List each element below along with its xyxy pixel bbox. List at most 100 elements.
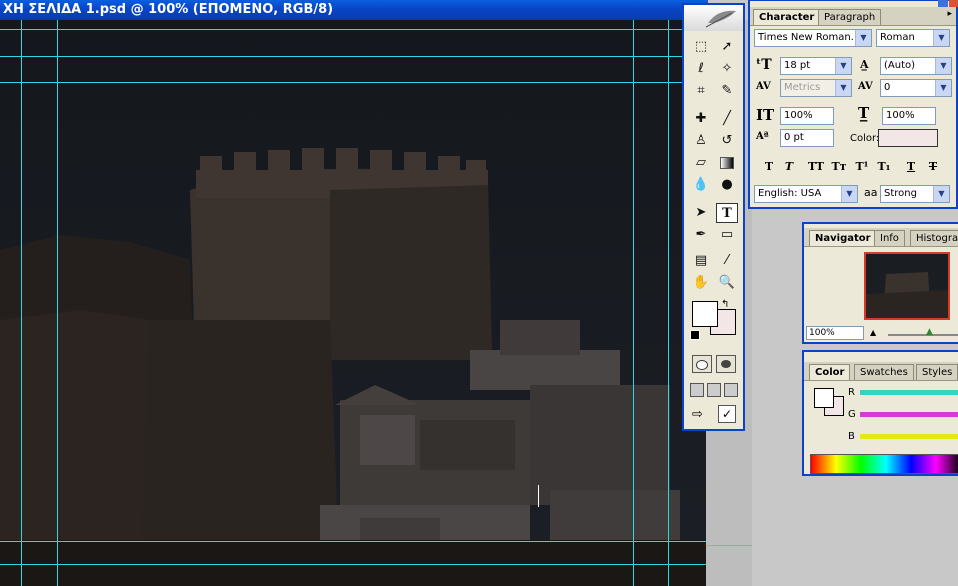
guide-horizontal[interactable] <box>0 56 706 57</box>
guide-horizontal[interactable] <box>0 29 706 30</box>
swap-colors-icon[interactable]: ↰ <box>721 299 729 310</box>
lasso-tool-icon[interactable]: ℓ <box>690 59 712 79</box>
blur-tool-icon[interactable]: 💧 <box>690 175 712 195</box>
all-caps-button[interactable]: TT <box>806 159 826 175</box>
color-spectrum-bar[interactable] <box>810 454 958 474</box>
magic-wand-tool-icon[interactable]: ✧ <box>716 59 738 79</box>
underline-button[interactable]: T <box>904 159 918 175</box>
tab-swatches[interactable]: Swatches <box>854 364 914 380</box>
character-tabstrip: Character Paragraph ▸ <box>750 7 956 26</box>
rectangle-tool-icon[interactable]: ▭ <box>716 225 738 245</box>
foreground-color-swatch[interactable] <box>692 301 718 327</box>
navigator-zoom-input[interactable]: 100% <box>806 326 864 340</box>
antialias-select[interactable]: Strong ▼ <box>880 185 950 203</box>
horizontal-scale-icon: T̲ <box>858 104 870 122</box>
tab-info[interactable]: Info <box>874 230 905 246</box>
eraser-tool-icon[interactable]: ▱ <box>690 153 712 173</box>
channel-b-label: B <box>848 431 855 442</box>
guide-vertical[interactable] <box>633 20 634 586</box>
tracking-select[interactable]: 0 ▼ <box>880 79 952 97</box>
zoom-slider-track[interactable] <box>888 334 958 336</box>
guide-horizontal <box>706 545 752 546</box>
faux-bold-button[interactable]: T <box>762 159 776 175</box>
default-colors-icon[interactable] <box>690 330 700 340</box>
strikethrough-button[interactable]: T <box>926 159 940 175</box>
zoom-out-icon[interactable]: ▲ <box>870 328 876 337</box>
checkmark-icon[interactable]: ✓ <box>718 405 736 423</box>
vertical-scale-input[interactable]: 100% <box>780 107 834 125</box>
channel-b-slider[interactable] <box>860 434 958 439</box>
guide-horizontal[interactable] <box>0 82 706 83</box>
panel-menu-icon[interactable]: ▸ <box>947 9 952 19</box>
guide-vertical[interactable] <box>668 20 669 586</box>
path-selection-tool-icon[interactable]: ➤ <box>690 203 712 223</box>
pen-tool-icon[interactable]: ✒ <box>690 225 712 245</box>
tab-character[interactable]: Character <box>753 9 821 25</box>
channel-g-slider[interactable] <box>860 412 958 417</box>
notes-tool-icon[interactable]: ▤ <box>690 251 712 271</box>
font-style-select[interactable]: Roman ▼ <box>876 29 950 47</box>
jump-to-imageready-icon[interactable]: ⇨ <box>692 407 703 422</box>
eyedropper-tool-icon[interactable]: ⁄ <box>716 251 738 271</box>
type-tool-icon[interactable]: T <box>716 203 738 223</box>
hand-tool-icon[interactable]: ✋ <box>690 273 712 293</box>
horizontal-scale-input[interactable]: 100% <box>882 107 936 125</box>
panel-close-icon[interactable] <box>949 0 958 7</box>
document-title: ΧΗ ΣΕΛΙΔΑ 1.psd @ 100% (ΕΠΟΜΕΝΟ, RGB/8) <box>3 2 334 17</box>
standard-mode-icon[interactable] <box>692 355 712 373</box>
panel-minimize-icon[interactable] <box>938 0 948 7</box>
navigator-thumbnail[interactable] <box>864 252 950 320</box>
guide-vertical[interactable] <box>21 20 22 586</box>
zoom-slider-thumb[interactable]: ▲ <box>926 327 933 337</box>
toolbox: ⬚ ➚ ℓ ✧ ⌗ ✎ ✚ ╱ ♙ ↺ ▱ 💧 ● ➤ T ✒ ▭ ▤ ⁄ ✋ … <box>682 3 745 431</box>
subscript-button[interactable]: T₁ <box>876 159 892 175</box>
chevron-down-icon: ▼ <box>933 30 949 46</box>
move-tool-icon[interactable]: ➚ <box>716 37 738 57</box>
guide-horizontal[interactable] <box>0 541 706 542</box>
history-brush-tool-icon[interactable]: ↺ <box>716 131 738 151</box>
color-label: Color: <box>850 133 880 144</box>
dodge-tool-icon[interactable]: ● <box>716 175 738 195</box>
tab-color[interactable]: Color <box>809 364 851 380</box>
full-screen-menu-mode-icon[interactable] <box>707 383 721 397</box>
brush-tool-icon[interactable]: ╱ <box>716 109 738 129</box>
full-screen-mode-icon[interactable] <box>724 383 738 397</box>
gradient-tool-icon[interactable] <box>716 153 738 173</box>
color-panel: Color Swatches Styles R G B <box>802 350 958 476</box>
crop-tool-icon[interactable]: ⌗ <box>690 81 712 101</box>
faux-italic-button[interactable]: T <box>782 159 796 175</box>
zoom-tool-icon[interactable]: 🔍 <box>716 273 738 293</box>
channel-r-label: R <box>848 387 855 398</box>
tab-paragraph[interactable]: Paragraph <box>818 9 882 25</box>
baseline-shift-input[interactable]: 0 pt <box>780 129 834 147</box>
foreground-color-chip[interactable] <box>814 388 834 408</box>
language-select[interactable]: English: USA ▼ <box>754 185 858 203</box>
image-canvas[interactable] <box>0 20 706 586</box>
kerning-select[interactable]: Metrics ▼ <box>780 79 852 97</box>
tab-styles[interactable]: Styles <box>916 364 958 380</box>
font-size-select[interactable]: 18 pt ▼ <box>780 57 852 75</box>
superscript-button[interactable]: T¹ <box>854 159 870 175</box>
guide-horizontal[interactable] <box>0 564 706 565</box>
chevron-down-icon: ▼ <box>935 58 951 74</box>
text-cursor <box>538 485 539 507</box>
feather-icon <box>705 10 736 28</box>
standard-screen-mode-icon[interactable] <box>690 383 704 397</box>
channel-r-slider[interactable] <box>860 390 958 395</box>
text-color-swatch[interactable] <box>878 129 938 147</box>
slice-tool-icon[interactable]: ✎ <box>716 81 738 101</box>
font-family-select[interactable]: Times New Roman... ▼ <box>754 29 872 47</box>
healing-brush-tool-icon[interactable]: ✚ <box>690 109 712 129</box>
vertical-scale-icon: IT <box>756 106 775 124</box>
tab-navigator[interactable]: Navigator <box>809 230 877 246</box>
small-caps-button[interactable]: Tт <box>830 159 848 175</box>
thumbnail-image <box>866 254 948 318</box>
tab-histogram[interactable]: Histogra <box>910 230 958 246</box>
clone-stamp-tool-icon[interactable]: ♙ <box>690 131 712 151</box>
leading-select[interactable]: (Auto) ▼ <box>880 57 952 75</box>
toolbox-header[interactable] <box>684 5 743 31</box>
rectangular-marquee-tool-icon[interactable]: ⬚ <box>690 37 712 57</box>
guide-vertical[interactable] <box>57 20 58 586</box>
document-title-bar[interactable]: ΧΗ ΣΕΛΙΔΑ 1.psd @ 100% (ΕΠΟΜΕΝΟ, RGB/8) <box>0 0 708 20</box>
quick-mask-mode-icon[interactable] <box>716 355 736 373</box>
